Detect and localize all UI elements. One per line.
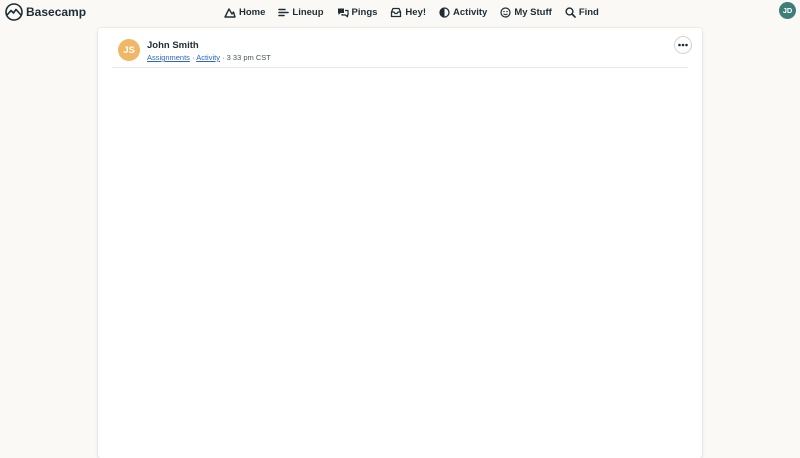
nav-my-stuff-label: My Stuff: [514, 6, 552, 18]
nav-find[interactable]: Find: [565, 7, 599, 18]
post-header: JS John Smith Assignments · Activity · 3…: [112, 38, 688, 68]
meta-separator: ·: [222, 53, 225, 62]
nav-pings[interactable]: Pings: [337, 6, 378, 18]
lineup-icon: [278, 8, 290, 16]
main-nav: Home Lineup Pings Hey! Activity My Stuff…: [224, 4, 599, 20]
post-meta: Assignments · Activity · 3 33 pm CST: [147, 53, 271, 62]
nav-lineup[interactable]: Lineup: [278, 6, 324, 18]
author-avatar: JS: [118, 39, 140, 61]
home-icon: [224, 7, 236, 18]
basecamp-logo[interactable]: Basecamp: [5, 2, 87, 21]
nav-find-label: Find: [578, 6, 599, 18]
author-name: John Smith: [147, 40, 199, 51]
app-name: Basecamp: [26, 4, 87, 19]
nav-activity-label: Activity: [453, 6, 488, 18]
nav-hey-label: Hey!: [405, 6, 427, 18]
nav-activity[interactable]: Activity: [439, 7, 487, 18]
hey-icon: [391, 7, 402, 17]
search-icon: [565, 6, 576, 18]
nav-lineup-label: Lineup: [292, 6, 324, 18]
top-navigation-bar: Basecamp Home Lineup Pings Hey! Activity…: [0, 0, 800, 24]
nav-home-label: Home: [239, 6, 266, 18]
breadcrumb-activity-link[interactable]: Activity: [196, 53, 220, 62]
activity-icon: [439, 6, 450, 18]
nav-hey[interactable]: Hey!: [390, 7, 426, 18]
breadcrumb-assignments-link[interactable]: Assignments: [147, 53, 190, 62]
post-time: 3 33 pm CST: [226, 53, 271, 62]
pings-icon: [337, 8, 349, 17]
nav-my-stuff[interactable]: My Stuff: [500, 6, 552, 18]
my-stuff-icon: [500, 6, 511, 18]
nav-home[interactable]: Home: [224, 7, 265, 18]
user-avatar[interactable]: JD: [779, 2, 796, 19]
basecamp-logo-icon: [5, 2, 23, 21]
meta-separator: ·: [192, 53, 195, 62]
content-card: JS John Smith Assignments · Activity · 3…: [98, 28, 702, 458]
more-options-button[interactable]: [674, 36, 692, 54]
more-icon: [678, 43, 688, 47]
nav-pings-label: Pings: [351, 6, 378, 18]
